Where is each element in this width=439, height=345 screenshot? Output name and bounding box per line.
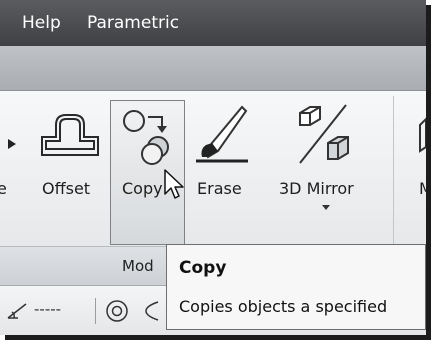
- dashed-line-icon[interactable]: -----: [34, 300, 61, 318]
- offset-label: Offset: [42, 179, 91, 198]
- 3d-mirror-icon: [299, 104, 349, 164]
- menu-parametric[interactable]: Parametric: [87, 13, 179, 33]
- offset-button[interactable]: Offset: [40, 91, 106, 243]
- chevron-down-icon[interactable]: [321, 204, 331, 212]
- mouse-cursor-icon: [164, 169, 184, 199]
- copy-label: Copy: [122, 179, 163, 198]
- panel-title: Mod: [122, 257, 154, 275]
- 3d-move-button[interactable]: M: [402, 91, 426, 243]
- toolbar-divider: [95, 298, 96, 324]
- erase-button[interactable]: Erase: [190, 91, 254, 243]
- ribbon-tab-strip: [0, 46, 426, 91]
- menu-help[interactable]: Help: [22, 13, 61, 33]
- tooltip-description: Copies objects a specified: [179, 297, 388, 316]
- angle-icon[interactable]: [4, 300, 30, 322]
- copy-tooltip: Copy Copies objects a specified: [166, 244, 426, 330]
- move-arrow-icon: [8, 139, 16, 149]
- tooltip-title: Copy: [179, 258, 227, 278]
- ribbon-separator: [393, 96, 394, 246]
- circle-target-icon[interactable]: [104, 298, 130, 324]
- app-window: Help Parametric e Offset Copy Erase 3D M…: [0, 0, 426, 335]
- move-button[interactable]: e: [0, 91, 30, 243]
- erase-label: Erase: [197, 179, 242, 198]
- 3d-move-icon: [419, 117, 426, 153]
- copy-button[interactable]: Copy: [112, 91, 184, 243]
- move-label: e: [0, 179, 7, 198]
- 3d-move-label: M: [419, 179, 426, 198]
- orbit-icon[interactable]: [140, 298, 166, 324]
- copy-icon: [123, 110, 169, 165]
- 3d-mirror-label: 3D Mirror: [279, 179, 354, 198]
- offset-icon: [41, 114, 99, 156]
- menu-bar: Help Parametric: [0, 0, 426, 46]
- erase-icon: [196, 105, 248, 163]
- 3d-mirror-button[interactable]: 3D Mirror: [276, 91, 380, 243]
